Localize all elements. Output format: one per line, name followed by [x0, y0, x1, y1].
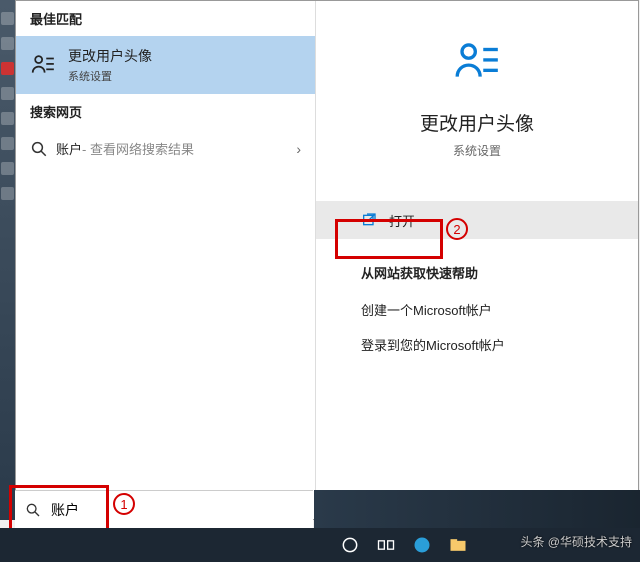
open-label: 打开 — [389, 211, 415, 230]
results-left-pane: 最佳匹配 更改用户头像 系统设置 搜索网页 账户 - 查看网络搜索结果 › — [16, 1, 316, 519]
account-icon — [30, 52, 56, 78]
quick-link-create-ms-account[interactable]: 创建一个Microsoft帐户 — [316, 292, 638, 327]
open-icon — [361, 212, 377, 228]
start-search-panel: 最佳匹配 更改用户头像 系统设置 搜索网页 账户 - 查看网络搜索结果 › 更改… — [15, 0, 639, 520]
explorer-icon[interactable] — [448, 535, 468, 555]
taskbar-search-box[interactable] — [15, 490, 313, 528]
search-icon — [25, 502, 41, 518]
watermark-text: 头条 @华硕技术支持 — [520, 533, 632, 550]
best-match-header: 最佳匹配 — [16, 1, 315, 36]
detail-right-pane: 更改用户头像 系统设置 打开 从网站获取快速帮助 创建一个Microsoft帐户… — [316, 1, 638, 519]
chevron-right-icon: › — [296, 141, 301, 157]
web-term: 账户 — [56, 139, 82, 158]
edge-icon[interactable] — [412, 535, 432, 555]
search-input[interactable] — [51, 502, 303, 518]
best-match-item[interactable]: 更改用户头像 系统设置 — [16, 36, 315, 94]
detail-title: 更改用户头像 — [316, 109, 638, 136]
match-title: 更改用户头像 — [68, 46, 152, 66]
quick-link-signin-ms-account[interactable]: 登录到您的Microsoft帐户 — [316, 327, 638, 362]
account-icon — [452, 37, 502, 87]
match-subtitle: 系统设置 — [68, 68, 152, 84]
search-icon — [30, 140, 48, 158]
quick-help-header: 从网站获取快速帮助 — [316, 239, 638, 292]
taskbar-right-blur — [314, 490, 640, 528]
annotation-number-1: 1 — [113, 493, 135, 515]
taskview-icon[interactable] — [376, 535, 396, 555]
annotation-number-2: 2 — [446, 218, 468, 240]
web-result-item[interactable]: 账户 - 查看网络搜索结果 › — [16, 129, 315, 168]
search-web-header: 搜索网页 — [16, 94, 315, 129]
detail-subtitle: 系统设置 — [316, 142, 638, 159]
web-desc: - 查看网络搜索结果 — [82, 139, 194, 158]
open-button[interactable]: 打开 — [316, 201, 638, 239]
cortana-icon[interactable] — [340, 535, 360, 555]
